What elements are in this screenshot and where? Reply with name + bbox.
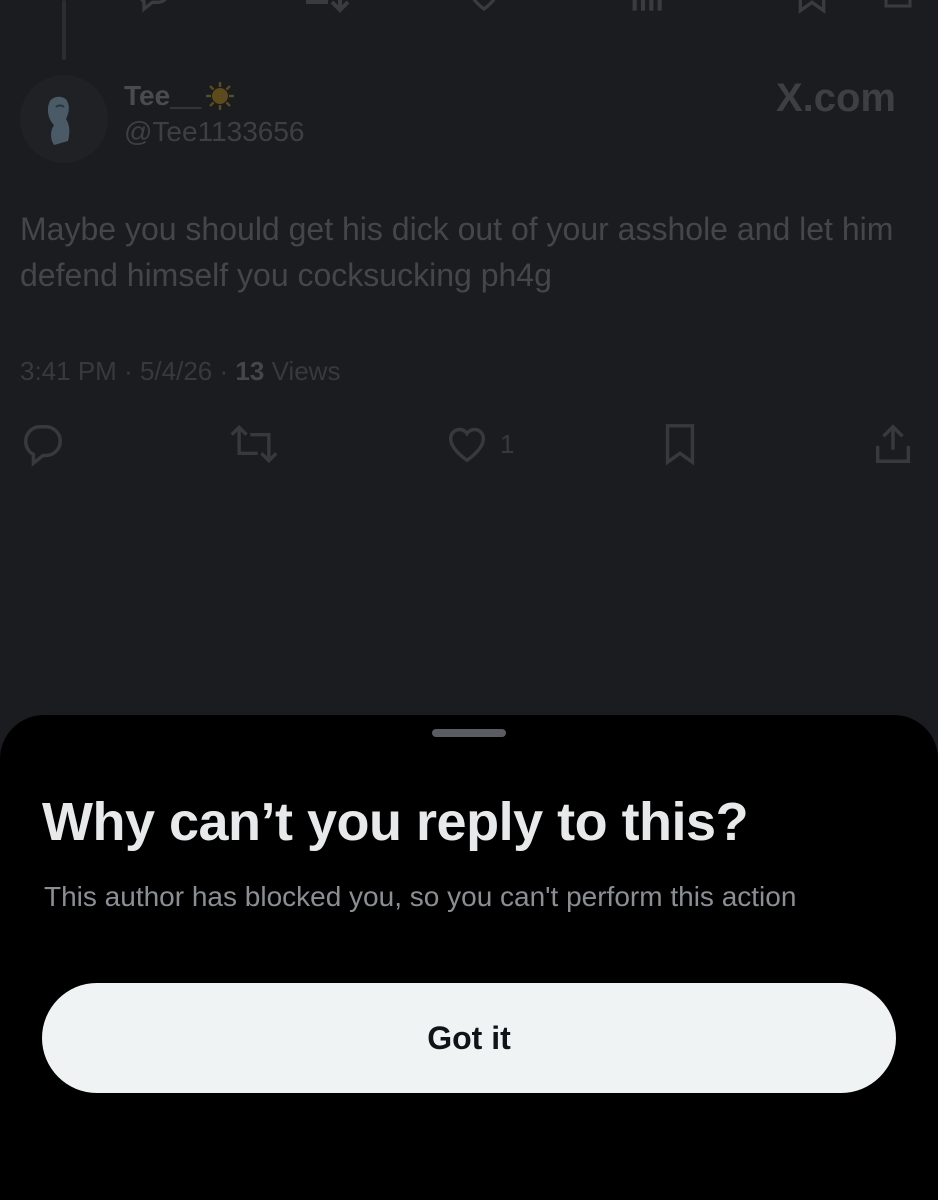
reply-button[interactable] <box>20 420 66 468</box>
meta-separator: · <box>124 356 133 386</box>
views-count: 13 <box>235 356 265 386</box>
bookmark-icon[interactable] <box>794 0 830 21</box>
like-count: 1 <box>500 428 515 459</box>
bookmark-button[interactable] <box>660 420 700 468</box>
source-label: X.com <box>775 76 896 120</box>
share-icon[interactable] <box>880 0 916 21</box>
sheet-body: This author has blocked you, so you can'… <box>44 881 797 912</box>
views-icon[interactable] <box>628 0 668 21</box>
repost-icon <box>228 421 280 467</box>
share-icon <box>870 421 916 467</box>
bottom-sheet: Why can’t you reply to this? This author… <box>0 715 938 1200</box>
tweet-meta: 3:41 PM · 5/4/26 · 13 Views <box>20 356 340 387</box>
like-button[interactable]: 1 <box>444 420 514 468</box>
reply-icon <box>20 421 66 467</box>
heart-icon[interactable] <box>462 0 506 21</box>
repost-icon[interactable] <box>296 0 352 21</box>
display-name-text: Tee__ <box>124 80 202 111</box>
previous-tweet-actions <box>0 0 938 14</box>
repost-button[interactable] <box>228 420 280 468</box>
tweet-time: 3:41 PM <box>20 356 117 386</box>
got-it-button[interactable]: Got it <box>42 983 896 1093</box>
avatar[interactable] <box>20 75 108 163</box>
reply-icon[interactable] <box>132 0 176 21</box>
user-handle[interactable]: @Tee1133656 <box>124 116 305 148</box>
screen: Tee__ @Tee1133656 X.com Maybe you should… <box>0 0 938 1200</box>
views-label: Views <box>271 356 341 386</box>
sun-emoji-icon <box>205 81 235 111</box>
display-name[interactable]: Tee__ <box>124 80 235 112</box>
thread-line <box>62 0 66 60</box>
sheet-grabber[interactable] <box>432 729 506 737</box>
share-button[interactable] <box>870 420 916 468</box>
heart-icon <box>444 421 490 467</box>
tweet-text: Maybe you should get his dick out of you… <box>20 211 894 293</box>
sheet-title: Why can’t you reply to this? <box>42 792 749 852</box>
meta-separator: · <box>219 356 229 386</box>
tweet-date: 5/4/26 <box>139 356 213 386</box>
bookmark-icon <box>660 421 700 467</box>
